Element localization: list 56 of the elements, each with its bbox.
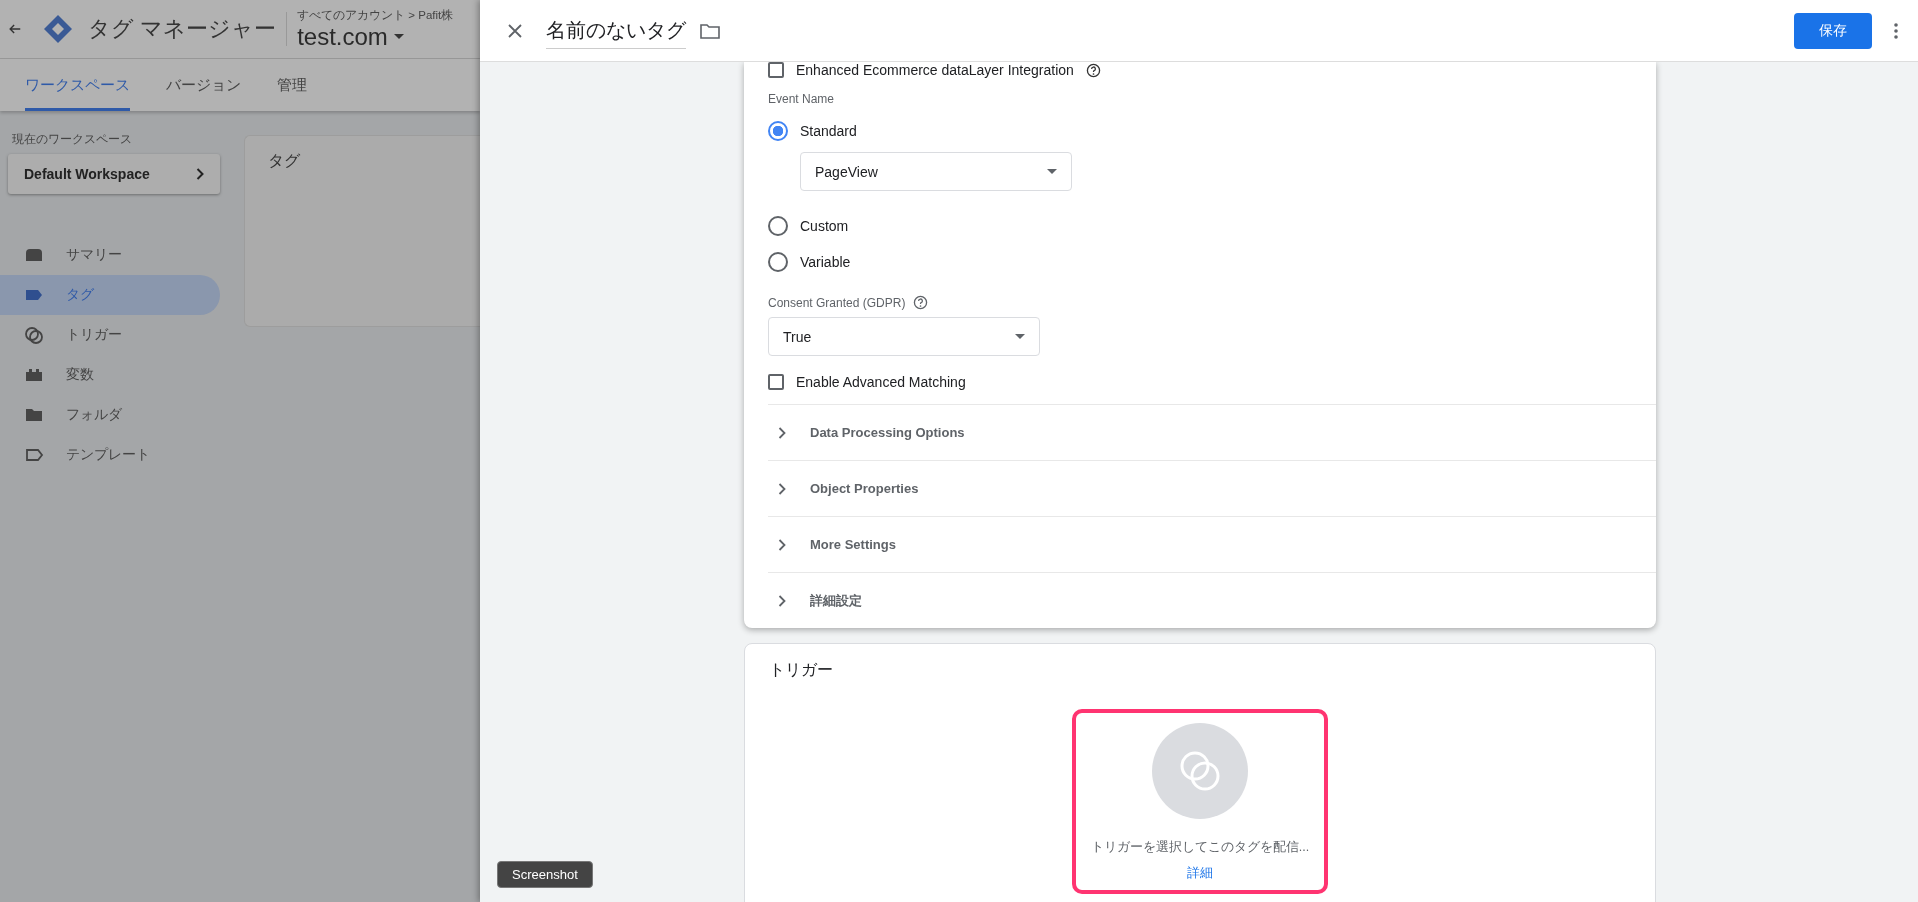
tag-name-field[interactable]: 名前のないタグ (546, 12, 686, 49)
dropdown-caret-icon[interactable] (393, 33, 404, 40)
nav-tab[interactable]: バージョン (166, 59, 241, 111)
collapsible-section[interactable]: 詳細設定 (768, 572, 1656, 628)
folder-icon[interactable] (700, 22, 720, 39)
nav-tab[interactable]: ワークスペース (25, 59, 130, 111)
checkbox-label: Enable Advanced Matching (796, 374, 966, 390)
trigger-placeholder[interactable]: トリガーを選択してこのタグを配信... 詳細 (1072, 709, 1328, 894)
close-icon[interactable] (508, 23, 522, 38)
chevron-right-icon (778, 538, 786, 551)
radio-button[interactable] (768, 216, 788, 236)
radio-button[interactable] (768, 121, 788, 141)
chevron-right-icon (778, 426, 786, 439)
breadcrumb[interactable]: すべてのアカウント > Pafit株 (297, 7, 454, 23)
sidebar-item[interactable]: テンプレート (0, 435, 220, 475)
chevron-right-icon (778, 594, 786, 607)
trigger-icon (1152, 723, 1248, 819)
event-select[interactable]: PageView (800, 152, 1072, 191)
diamond-logo-icon (42, 13, 74, 45)
help-icon[interactable] (913, 295, 929, 310)
radio-button[interactable] (768, 252, 788, 272)
container-name[interactable]: test.com (297, 22, 388, 51)
collapsible-section[interactable]: Object Properties (768, 460, 1656, 516)
sidebar-item[interactable]: フォルダ (0, 395, 220, 435)
more-menu-icon[interactable] (1894, 22, 1898, 39)
card-title: タグ (268, 152, 300, 169)
consent-select[interactable]: True (768, 317, 1040, 356)
nav-tab[interactable]: 管理 (277, 59, 307, 111)
field-label: Event Name (768, 92, 836, 106)
radio-label: Variable (800, 254, 851, 270)
radio-label: Custom (800, 218, 849, 234)
details-link[interactable]: 詳細 (1187, 864, 1213, 882)
tooltip: Screenshot (497, 861, 593, 888)
chevron-right-icon (196, 168, 204, 180)
field-label: Consent Granted (GDPR) (768, 295, 906, 310)
dropdown-caret-icon (1015, 334, 1025, 339)
workspace-button[interactable]: Default Workspace (8, 154, 220, 194)
checkbox-label: Enhanced Ecommerce dataLayer Integration (796, 62, 1074, 78)
checkbox[interactable] (768, 374, 784, 390)
chevron-right-icon (778, 482, 786, 495)
save-button[interactable]: 保存 (1794, 12, 1872, 49)
radio-label: Standard (800, 123, 857, 139)
back-arrow-icon[interactable] (8, 22, 22, 36)
checkbox[interactable] (768, 62, 784, 78)
section-title: トリガー (769, 660, 834, 680)
sidebar-item[interactable]: トリガー (0, 315, 220, 355)
trigger-icon (24, 325, 44, 345)
product-title: タグ マネージャー (88, 15, 277, 43)
dropdown-caret-icon (1047, 169, 1057, 174)
sidebar-item[interactable]: サマリー (0, 235, 220, 275)
help-icon[interactable] (1085, 62, 1101, 78)
collapsible-section[interactable]: Data Processing Options (768, 404, 1656, 460)
sidebar-item[interactable]: 変数 (0, 355, 220, 395)
collapsible-section[interactable]: More Settings (768, 516, 1656, 572)
trigger-hint: トリガーを選択してこのタグを配信... (1090, 839, 1310, 856)
workspace-label: 現在のワークスペース (12, 131, 133, 148)
